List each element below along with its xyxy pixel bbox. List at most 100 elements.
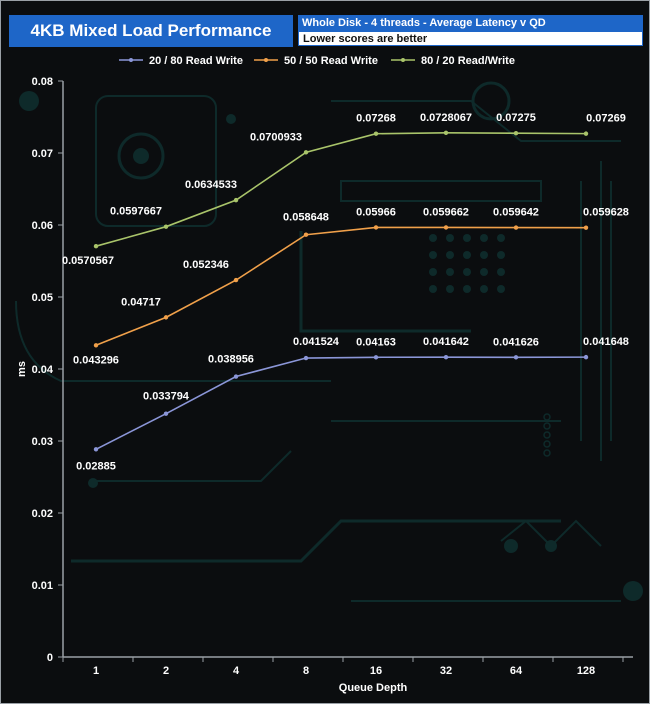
- data-label: 0.059662: [423, 206, 469, 218]
- data-point: [583, 225, 589, 230]
- data-point: [583, 131, 589, 136]
- circuit-trace: [623, 581, 643, 601]
- circuit-trace: [71, 519, 561, 563]
- series-layer: [93, 130, 589, 452]
- y-tick-label: 0.04: [32, 364, 54, 376]
- data-label: 0.04717: [121, 296, 161, 308]
- data-point: [373, 225, 379, 230]
- y-tick-label: 0.06: [32, 220, 53, 232]
- series-line: [95, 356, 587, 450]
- circuit-dot: [497, 251, 505, 259]
- data-label: 0.038956: [208, 354, 254, 366]
- circuit-trace: [504, 539, 518, 553]
- circuit-dot: [497, 285, 505, 293]
- data-label: 0.033794: [143, 391, 190, 403]
- data-point: [373, 355, 379, 360]
- data-point: [163, 224, 169, 229]
- data-point: [163, 315, 169, 320]
- x-tick-label: 2: [163, 665, 169, 677]
- legend: 20 / 80 Read Write 50 / 50 Read Write 80 /…: [119, 55, 515, 67]
- circuit-dot: [463, 285, 471, 293]
- data-point: [93, 343, 99, 348]
- data-point: [303, 232, 309, 237]
- circuit-dot: [446, 268, 454, 276]
- x-tick-label: 4: [233, 665, 240, 677]
- data-label: 0.041642: [423, 336, 469, 348]
- data-point: [233, 197, 239, 203]
- circuit-dot: [480, 251, 488, 259]
- circuit-dot: [543, 422, 551, 430]
- y-tick-label: 0.03: [32, 436, 53, 448]
- y-tick-label: 0: [47, 652, 53, 664]
- circuit-dot: [446, 285, 454, 293]
- circuit-trace: [340, 180, 542, 202]
- circuit-dot: [497, 234, 505, 242]
- data-label: 0.0700933: [250, 131, 302, 143]
- legend-label: 80 / 20 Read/Write: [421, 55, 515, 67]
- data-point: [373, 131, 379, 136]
- data-point: [513, 355, 519, 360]
- data-point: [163, 411, 169, 416]
- y-tick-label: 0.01: [32, 580, 53, 592]
- data-label: 0.02885: [76, 460, 116, 472]
- circuit-dot: [497, 268, 505, 276]
- circuit-dot: [463, 268, 471, 276]
- data-label: 0.041648: [583, 336, 629, 348]
- data-label: 0.059628: [583, 207, 629, 219]
- data-point: [583, 354, 589, 360]
- circuit-trace: [299, 231, 471, 333]
- x-axis-title: Queue Depth: [339, 682, 408, 694]
- data-point: [233, 374, 239, 379]
- data-label: 0.043296: [73, 354, 119, 366]
- data-label: 0.059642: [493, 207, 539, 219]
- data-label: 0.041626: [493, 336, 539, 348]
- data-label: 0.04163: [356, 336, 396, 348]
- circuit-dot: [480, 234, 488, 242]
- data-point: [303, 150, 309, 155]
- circuit-trace: [545, 540, 557, 552]
- data-point: [513, 131, 519, 136]
- chart-frame: 4KB Mixed Load Performance Whole Disk - …: [0, 0, 650, 704]
- legend-label: 20 / 80 Read Write: [149, 55, 243, 67]
- line-chart: 20 / 80 Read Write 50 / 50 Read Write 80 /…: [15, 55, 643, 694]
- y-tick-label: 0.07: [32, 148, 53, 160]
- x-tick-label: 32: [440, 665, 452, 677]
- circuit-trace: [91, 450, 292, 482]
- series-line: [95, 226, 587, 347]
- circuit-trace: [226, 114, 236, 124]
- circuit-dot: [429, 234, 437, 242]
- circuit-dot: [543, 440, 551, 448]
- legend-label: 50 / 50 Read Write: [284, 55, 378, 67]
- circuit-dot: [446, 234, 454, 242]
- data-point: [443, 130, 449, 135]
- data-label: 0.0728067: [420, 112, 472, 124]
- circuit-dot: [463, 251, 471, 259]
- data-point: [443, 225, 449, 230]
- y-tick-label: 0.02: [32, 508, 53, 520]
- data-point: [443, 354, 449, 360]
- data-label: 0.05966: [356, 206, 396, 218]
- y-tick-label: 0.08: [32, 76, 53, 88]
- y-axis-title: ms: [16, 361, 28, 377]
- x-tick-label: 8: [303, 665, 309, 677]
- data-point: [303, 355, 309, 361]
- circuit-dot: [463, 234, 471, 242]
- data-label: 0.0634533: [185, 179, 237, 191]
- data-label: 0.0570567: [62, 255, 114, 267]
- circuit-dot: [429, 251, 437, 259]
- data-point: [93, 447, 99, 452]
- data-label: 0.052346: [183, 259, 229, 271]
- legend-marker: [129, 58, 133, 62]
- circuit-dot: [543, 413, 551, 421]
- circuit-dot: [429, 285, 437, 293]
- circuit-trace: [133, 148, 149, 164]
- circuit-dot: [543, 431, 551, 439]
- data-label: 0.058648: [283, 212, 329, 224]
- legend-marker: [401, 58, 405, 62]
- x-tick-label: 128: [577, 665, 595, 677]
- data-point: [233, 277, 239, 283]
- circuit-dot: [480, 268, 488, 276]
- x-tick-label: 1: [93, 665, 99, 677]
- data-label: 0.07269: [586, 113, 626, 125]
- circuit-dot: [429, 268, 437, 276]
